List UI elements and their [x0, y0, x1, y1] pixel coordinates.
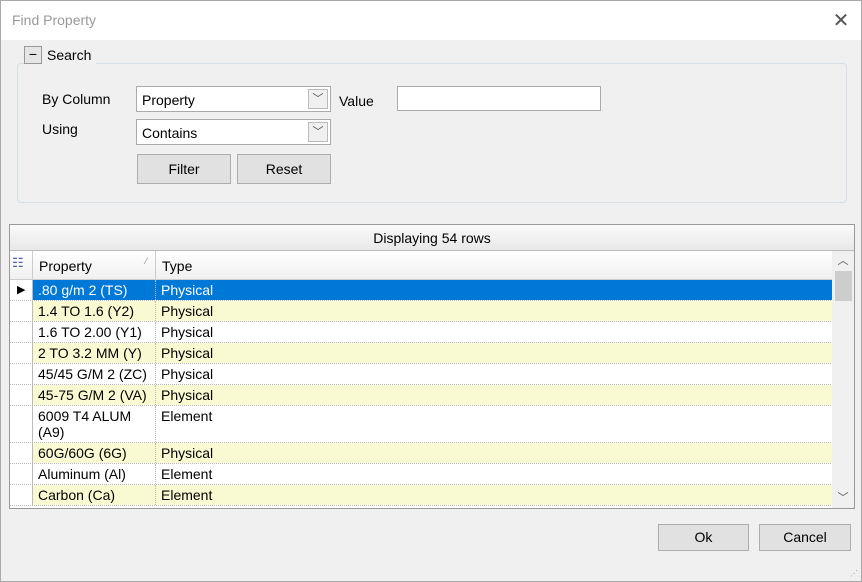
- window-title: Find Property: [12, 12, 97, 28]
- cell-type[interactable]: Physical: [156, 322, 833, 342]
- cell-type[interactable]: Element: [156, 464, 833, 484]
- row-header[interactable]: [10, 343, 33, 363]
- vertical-scrollbar[interactable]: ︿ ﹀: [832, 251, 854, 508]
- cell-type[interactable]: Physical: [156, 443, 833, 463]
- table-row[interactable]: 60G/60G (6G) Physical: [10, 443, 833, 464]
- cell-type[interactable]: Physical: [156, 343, 833, 363]
- cell-property[interactable]: Carbon (Ca): [33, 485, 156, 505]
- by-column-select[interactable]: Property ﹀: [136, 86, 331, 112]
- cell-property[interactable]: 6009 T4 ALUM (A9): [33, 406, 156, 442]
- column-header-property[interactable]: Property ⁄: [33, 251, 156, 279]
- cell-type[interactable]: Physical: [156, 301, 833, 321]
- row-header[interactable]: [10, 485, 33, 505]
- cell-property[interactable]: 45-75 G/M 2 (VA): [33, 385, 156, 405]
- row-header[interactable]: [10, 364, 33, 384]
- row-header[interactable]: [10, 406, 33, 442]
- cell-property[interactable]: .80 g/m 2 (TS): [33, 280, 156, 300]
- by-column-value: Property: [142, 92, 195, 108]
- table-row[interactable]: 2 TO 3.2 MM (Y) Physical: [10, 343, 833, 364]
- ok-button[interactable]: Ok: [658, 524, 749, 551]
- table-row[interactable]: 1.6 TO 2.00 (Y1) Physical: [10, 322, 833, 343]
- scroll-up-icon[interactable]: ︿: [832, 251, 854, 271]
- cell-type[interactable]: Physical: [156, 280, 833, 300]
- using-value: Contains: [142, 125, 198, 141]
- table-row[interactable]: 45-75 G/M 2 (VA) Physical: [10, 385, 833, 406]
- cell-type[interactable]: Element: [156, 485, 833, 505]
- chevron-down-icon[interactable]: ﹀: [308, 122, 328, 142]
- search-legend: − Search: [24, 46, 97, 64]
- value-input[interactable]: [397, 86, 601, 111]
- table-row[interactable]: 45/45 G/M 2 (ZC) Physical: [10, 364, 833, 385]
- property-grid: Displaying 54 rows ☷ Property ⁄ Type ▶ .8…: [9, 224, 855, 509]
- scroll-thumb[interactable]: [835, 271, 852, 301]
- row-header[interactable]: [10, 385, 33, 405]
- cancel-button[interactable]: Cancel: [759, 524, 851, 551]
- cell-property[interactable]: 1.4 TO 1.6 (Y2): [33, 301, 156, 321]
- sort-icon: ⁄: [145, 256, 147, 266]
- column-chooser-icon[interactable]: ☷: [10, 251, 33, 279]
- current-row-icon: ▶: [17, 284, 26, 296]
- cell-property[interactable]: 60G/60G (6G): [33, 443, 156, 463]
- by-column-label: By Column: [42, 91, 111, 107]
- cell-type[interactable]: Physical: [156, 364, 833, 384]
- table-row[interactable]: ▶ .80 g/m 2 (TS) Physical: [10, 280, 833, 301]
- table-row[interactable]: 6009 T4 ALUM (A9) Element: [10, 406, 833, 443]
- resize-grip-icon[interactable]: ⋰: [850, 569, 858, 578]
- close-icon[interactable]: ✕: [827, 7, 855, 35]
- table-row[interactable]: Carbon (Ca) Element: [10, 485, 833, 506]
- cell-type[interactable]: Element: [156, 406, 833, 442]
- grid-header: ☷ Property ⁄ Type: [10, 251, 833, 280]
- scroll-down-icon[interactable]: ﹀: [832, 488, 854, 508]
- filter-button[interactable]: Filter: [137, 154, 231, 184]
- table-row[interactable]: Aluminum (Al) Element: [10, 464, 833, 485]
- cell-property[interactable]: 2 TO 3.2 MM (Y): [33, 343, 156, 363]
- column-header-type[interactable]: Type: [156, 251, 833, 279]
- using-label: Using: [42, 121, 78, 137]
- row-header[interactable]: [10, 443, 33, 463]
- search-legend-label: Search: [47, 47, 92, 63]
- row-header[interactable]: ▶: [10, 280, 33, 300]
- cell-type[interactable]: Physical: [156, 385, 833, 405]
- find-property-dialog: Find Property ✕ − Search By Column Prope…: [0, 0, 862, 582]
- row-header[interactable]: [10, 464, 33, 484]
- cell-property[interactable]: Aluminum (Al): [33, 464, 156, 484]
- row-header[interactable]: [10, 322, 33, 342]
- using-select[interactable]: Contains ﹀: [136, 119, 331, 145]
- table-row[interactable]: 1.4 TO 1.6 (Y2) Physical: [10, 301, 833, 322]
- title-bar: Find Property ✕: [1, 1, 861, 40]
- cell-property[interactable]: 45/45 G/M 2 (ZC): [33, 364, 156, 384]
- reset-button[interactable]: Reset: [237, 154, 331, 184]
- grid-caption: Displaying 54 rows: [10, 225, 854, 251]
- collapse-button[interactable]: −: [24, 46, 42, 64]
- value-label: Value: [339, 93, 374, 109]
- chevron-down-icon[interactable]: ﹀: [308, 89, 328, 109]
- row-header[interactable]: [10, 301, 33, 321]
- grid-rows: ▶ .80 g/m 2 (TS) Physical 1.4 TO 1.6 (Y2…: [10, 280, 833, 506]
- cell-property[interactable]: 1.6 TO 2.00 (Y1): [33, 322, 156, 342]
